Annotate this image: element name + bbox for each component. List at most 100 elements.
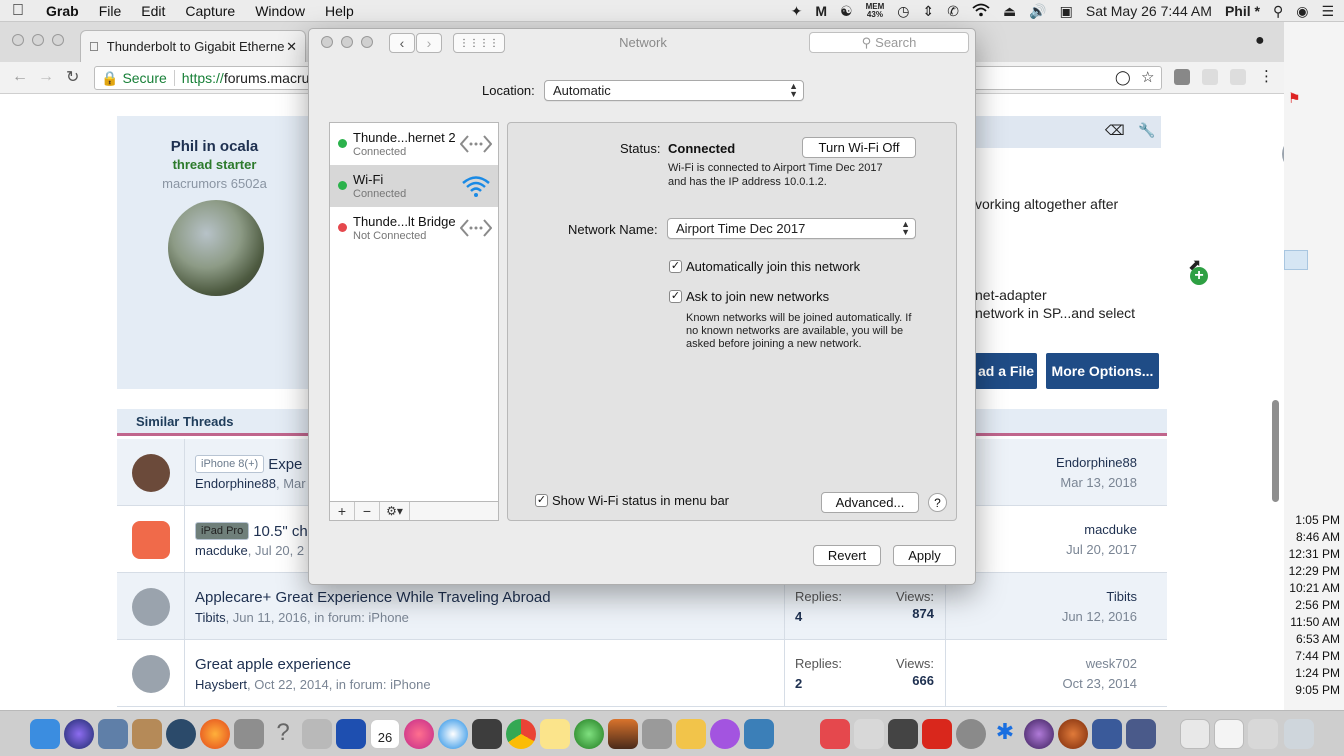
last-poster[interactable]: macduke [957,522,1137,537]
utility-icon[interactable] [302,719,332,749]
table-row[interactable]: Great apple experience Haysbert, Oct 22,… [117,640,1167,707]
last-poster[interactable]: Endorphine88 [957,455,1137,470]
revert-button[interactable]: Revert [813,545,881,566]
show-wifi-status-checkbox[interactable]: ✓ [535,494,548,507]
document-icon[interactable] [1214,719,1244,749]
extension-icon-2[interactable] [1202,69,1218,85]
notification-center-icon[interactable]: ☰ [1321,3,1334,20]
notes-icon[interactable] [540,719,570,749]
gear-icon[interactable]: ⚙▾ [380,502,410,520]
service-item-wifi[interactable]: Wi-Fi Connected [330,165,498,207]
thread-avatar[interactable] [132,521,170,559]
add-service-button[interactable]: + [330,502,355,520]
calculator-icon[interactable] [642,719,672,749]
question-icon[interactable]: ? [268,719,298,749]
service-item-ethernet[interactable]: Thunde...hernet 2 Connected [330,123,498,165]
menu-file[interactable]: File [89,3,132,19]
thread-title[interactable]: Applecare+ Great Experience While Travel… [195,589,551,606]
app-icon-blue[interactable] [1092,719,1122,749]
search-field[interactable]: ⚲ Search [809,32,969,53]
network-radar-icon[interactable] [166,719,196,749]
app-icon-purple[interactable] [1024,719,1054,749]
network-activity-icon[interactable]: ⇕ [922,3,934,20]
status-icon[interactable]: ☯ [840,3,853,20]
page-scrollbar[interactable] [1272,400,1279,502]
apple-menu-icon[interactable]:  [0,2,36,20]
menu-capture[interactable]: Capture [175,3,245,19]
eraser-icon[interactable]: ⌫ [1105,122,1125,139]
itunes-icon[interactable] [404,719,434,749]
archive-icon[interactable] [132,719,162,749]
app-icon-pen[interactable] [1126,719,1156,749]
extension-icon[interactable]: ◯ [1115,69,1131,86]
default-avatar-icon[interactable] [132,588,170,626]
podcasts-icon[interactable] [710,719,740,749]
thread-avatar[interactable] [132,454,170,492]
location-popup[interactable]: Automatic ▲ ▼ [544,80,804,101]
user-menu[interactable]: Phil * [1225,3,1260,19]
battery-icon[interactable]: ▣ [1060,3,1073,20]
system-preferences-icon[interactable] [956,719,986,749]
last-poster[interactable]: Tibits [957,589,1137,604]
chrome-menu-icon[interactable]: ⋮ [1259,67,1274,85]
minimize-window-button[interactable] [32,34,44,46]
avatar[interactable] [168,200,264,296]
firefox-icon[interactable] [200,719,230,749]
downloads-icon[interactable] [1248,719,1278,749]
time-machine-icon[interactable]: ◷ [897,3,909,20]
flag-icon[interactable]: ⚑ [1288,90,1301,107]
pdf-document-icon[interactable] [1180,719,1210,749]
zoom-window-button[interactable] [52,34,64,46]
zoom-app-icon[interactable] [336,719,366,749]
last-poster[interactable]: wesk702 [957,656,1137,671]
profile-icon[interactable]: ● [1255,32,1265,50]
help-button[interactable]: ? [928,493,947,512]
photos-icon[interactable] [676,719,706,749]
service-item-bridge[interactable]: Thunde...lt Bridge Not Connected [330,207,498,249]
wrench-icon[interactable]: 🔧 [1138,122,1155,139]
activity-monitor-icon[interactable] [574,719,604,749]
bookmark-star-icon[interactable]: ☆ [1141,68,1154,86]
thread-title[interactable]: iPad Pro 10.5" ch [195,522,308,540]
advanced-button[interactable]: Advanced... [821,492,919,513]
image-capture-icon[interactable] [744,719,774,749]
thread-title[interactable]: iPhone 8(+) Expe [195,455,302,473]
remove-service-button[interactable]: − [355,502,380,520]
siri-icon[interactable] [64,719,94,749]
more-options-button[interactable]: More Options... [1046,353,1159,389]
clock[interactable]: Sat May 26 7:44 AM [1086,3,1212,19]
default-avatar-icon[interactable] [132,655,170,693]
browser-tab[interactable]:  Thunderbolt to Gigabit Etherne ✕ [80,30,306,62]
menu-help[interactable]: Help [315,3,364,19]
thread-prefix[interactable]: iPad Pro [195,522,250,540]
phone-icon[interactable]: ✆ [947,3,959,20]
auto-join-checkbox[interactable]: ✓ [669,260,682,273]
upload-file-button[interactable]: ad a File [975,353,1037,389]
ask-join-checkbox[interactable]: ✓ [669,290,682,303]
app-menu[interactable]: Grab [36,3,89,19]
menu-window[interactable]: Window [245,3,315,19]
extension-icon-3[interactable] [1230,69,1246,85]
turn-wifi-off-button[interactable]: Turn Wi-Fi Off [802,137,916,158]
apply-button[interactable]: Apply [893,545,956,566]
network-name-popup[interactable]: Airport Time Dec 2017 ▲ ▼ [667,218,916,239]
close-tab-icon[interactable]: ✕ [286,39,297,55]
vivaldi-icon[interactable] [820,719,850,749]
profile-name[interactable]: Phil in ocala [117,138,312,155]
eject-icon[interactable]: ⏏ [1003,3,1016,20]
back-arrow-icon[interactable]: ← [12,68,28,86]
volume-icon[interactable]: 🔊 [1029,3,1046,20]
spotlight-icon[interactable]: ⚲ [1273,3,1283,20]
calendar-icon[interactable]: 26 [370,719,400,749]
close-window-button[interactable] [12,34,24,46]
malwarebytes-icon[interactable]: M [815,3,827,19]
video-editor-icon[interactable] [472,719,502,749]
wifi-icon[interactable] [972,3,990,20]
app-icon-orange[interactable] [1058,719,1088,749]
siri-icon[interactable]: ◉ [1296,3,1308,20]
textedit-icon[interactable] [854,719,884,749]
extension-badge-icon[interactable] [1174,69,1190,85]
trash-icon[interactable] [1284,719,1314,749]
finder-icon[interactable] [30,719,60,749]
safari-icon[interactable] [438,719,468,749]
